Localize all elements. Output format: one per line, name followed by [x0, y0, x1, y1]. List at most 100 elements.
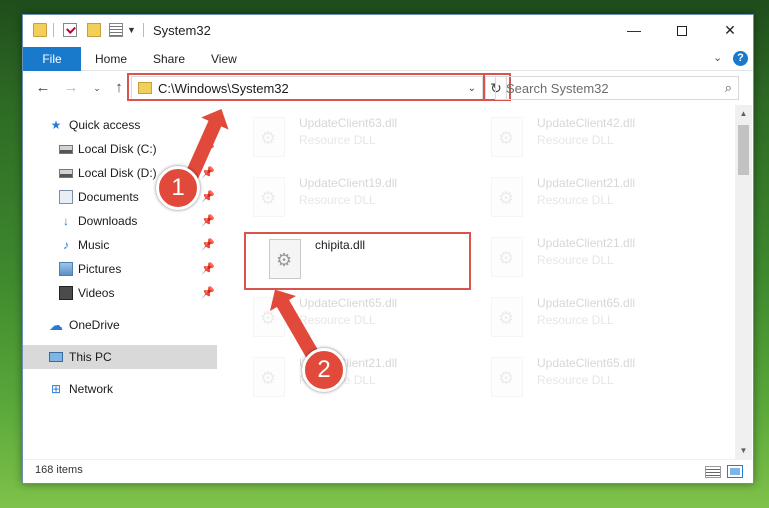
sidebar-item-local-disk-c[interactable]: Local Disk (C:) 📌 — [23, 137, 217, 161]
dll-file-icon — [253, 357, 285, 397]
dll-file-icon — [253, 177, 285, 217]
file-item[interactable]: UpdateClient21.dll Resource DLL — [245, 351, 475, 407]
network-icon: ⊞ — [50, 382, 62, 396]
file-name: UpdateClient65.dll — [537, 296, 636, 310]
star-icon: ★ — [50, 118, 62, 132]
file-item[interactable]: UpdateClient21.dll Resource DLL — [483, 231, 713, 287]
sidebar-item-label: Downloads — [78, 214, 138, 228]
file-name: UpdateClient21.dll — [537, 236, 636, 250]
file-explorer-window: ▼ System32 — ✕ File Home Share View ⌄ ? … — [22, 14, 754, 484]
dll-file-icon — [491, 177, 523, 217]
file-type: Resource DLL — [537, 133, 614, 147]
sidebar-item-network[interactable]: ⊞ Network — [23, 377, 217, 401]
download-icon: ↓ — [63, 214, 69, 228]
file-type: Resource DLL — [537, 313, 614, 327]
file-item[interactable]: UpdateClient42.dll Resource DLL — [483, 111, 713, 167]
pin-icon[interactable]: 📌 — [201, 281, 215, 305]
file-type: Resource DLL — [537, 253, 614, 267]
help-icon[interactable]: ? — [733, 51, 748, 66]
file-type: Resource DLL — [537, 193, 614, 207]
sidebar-item-label: Network — [69, 382, 114, 396]
search-input[interactable]: Search System32 ⌕ — [495, 76, 739, 100]
sidebar-item-this-pc[interactable]: This PC — [23, 345, 217, 369]
pin-icon[interactable]: 📌 — [201, 233, 215, 257]
drive-icon — [59, 145, 73, 154]
sidebar-item-pictures[interactable]: Pictures 📌 — [23, 257, 217, 281]
vertical-scrollbar[interactable]: ▲ ▼ — [735, 105, 752, 459]
address-highlight-box — [127, 73, 485, 101]
forward-button[interactable]: → — [61, 78, 81, 98]
close-button[interactable]: ✕ — [707, 15, 753, 47]
file-name: UpdateClient19.dll — [299, 176, 398, 190]
sidebar-item-onedrive[interactable]: ☁ OneDrive — [23, 313, 217, 337]
title-bar: ▼ System32 — ✕ — [23, 15, 753, 47]
sidebar-item-label: Music — [78, 238, 110, 252]
pin-icon[interactable]: 📌 — [201, 257, 215, 281]
file-type: Resource DLL — [537, 373, 614, 387]
large-icons-view-icon[interactable] — [727, 465, 743, 478]
videos-icon — [59, 286, 73, 300]
callout-badge-1: 1 — [156, 166, 200, 210]
maximize-icon — [677, 26, 687, 37]
details-view-icon[interactable] — [705, 466, 721, 478]
file-name: UpdateClient42.dll — [537, 116, 636, 130]
address-row: ← → ⌄ ↑ C:\Windows\System32 ⌄ ↻ Search S… — [23, 72, 753, 104]
dll-file-icon — [491, 297, 523, 337]
scroll-up-icon[interactable]: ▲ — [735, 105, 752, 122]
tab-file[interactable]: File — [23, 47, 81, 71]
sidebar-item-quick-access[interactable]: ★ Quick access — [23, 113, 217, 137]
sidebar-item-label: This PC — [69, 350, 112, 364]
cloud-icon: ☁ — [49, 317, 63, 333]
status-bar: 168 items — [23, 459, 753, 483]
up-button[interactable]: ↑ — [109, 78, 129, 98]
sidebar-item-label: Documents — [78, 190, 139, 204]
file-type: Resource DLL — [299, 133, 376, 147]
back-button[interactable]: ← — [33, 78, 53, 98]
file-type: Resource DLL — [299, 313, 376, 327]
sidebar-item-label: Local Disk (C:) — [78, 142, 157, 156]
scrollbar-thumb[interactable] — [738, 125, 749, 175]
tab-share[interactable]: Share — [141, 47, 197, 71]
search-placeholder: Search System32 — [506, 81, 609, 96]
sidebar-item-videos[interactable]: Videos 📌 — [23, 281, 217, 305]
file-item[interactable]: UpdateClient21.dll Resource DLL — [483, 171, 713, 227]
pin-icon[interactable]: 📌 — [201, 185, 215, 209]
callout-badge-2: 2 — [302, 348, 346, 392]
sidebar-item-music[interactable]: ♪ Music 📌 — [23, 233, 217, 257]
minimize-button[interactable]: — — [611, 15, 657, 47]
sidebar-item-downloads[interactable]: ↓ Downloads 📌 — [23, 209, 217, 233]
sidebar-item-label: Quick access — [69, 118, 141, 132]
file-item[interactable]: UpdateClient63.dll Resource DLL — [245, 111, 475, 167]
file-item[interactable]: UpdateClient65.dll Resource DLL — [483, 351, 713, 407]
file-name: UpdateClient63.dll — [299, 116, 398, 130]
tab-view[interactable]: View — [199, 47, 249, 71]
view-options-icon[interactable] — [109, 23, 123, 37]
properties-icon[interactable] — [63, 23, 77, 37]
dll-file-icon — [491, 117, 523, 157]
pin-icon[interactable]: 📌 — [201, 209, 215, 233]
sidebar-item-label: OneDrive — [69, 318, 120, 332]
item-count: 168 items — [35, 464, 83, 476]
sidebar-item-label: Videos — [78, 286, 115, 300]
expand-ribbon-chevron-icon[interactable]: ⌄ — [713, 51, 722, 64]
recent-locations-chevron-icon[interactable]: ⌄ — [87, 78, 107, 98]
maximize-button[interactable] — [659, 15, 705, 47]
tab-home[interactable]: Home — [83, 47, 139, 71]
file-item[interactable]: UpdateClient19.dll Resource DLL — [245, 171, 475, 227]
customize-toolbar-chevron-icon[interactable]: ▼ — [127, 25, 136, 35]
window-title: System32 — [153, 23, 211, 38]
file-item[interactable]: UpdateClient65.dll Resource DLL — [483, 291, 713, 347]
file-highlight-box — [244, 232, 471, 290]
dll-file-icon — [253, 117, 285, 157]
new-folder-icon[interactable] — [87, 23, 101, 37]
file-type: Resource DLL — [299, 193, 376, 207]
dll-file-icon — [491, 237, 523, 277]
pictures-icon — [59, 262, 73, 276]
ribbon-tabs: File Home Share View ⌄ ? — [23, 47, 753, 71]
file-name: UpdateClient65.dll — [537, 356, 636, 370]
computer-icon — [49, 352, 63, 362]
dll-file-icon — [491, 357, 523, 397]
sidebar-item-label: Local Disk (D:) — [78, 166, 157, 180]
scroll-down-icon[interactable]: ▼ — [735, 442, 752, 459]
file-name: UpdateClient65.dll — [299, 296, 398, 310]
